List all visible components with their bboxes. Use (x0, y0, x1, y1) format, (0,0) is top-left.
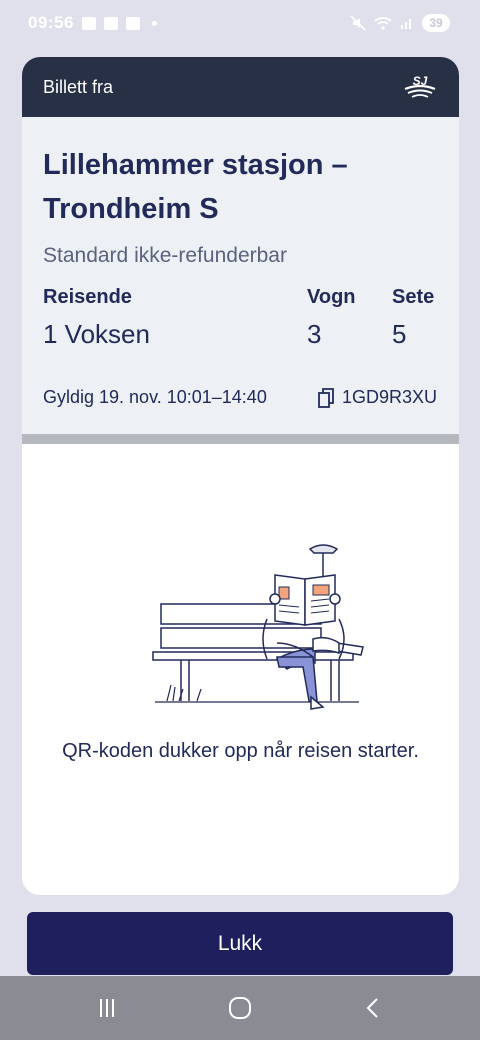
seat-column: Sete 5 (392, 286, 434, 350)
nav-back[interactable] (343, 983, 403, 1033)
signal-icon (401, 19, 411, 29)
more-notifications-icon (151, 20, 157, 26)
booking-code-copy[interactable]: 1GD9R3XU (318, 387, 437, 408)
sj-logo-icon: SJ (404, 74, 436, 98)
car-label: Vogn (307, 286, 356, 308)
seat-value: 5 (392, 319, 407, 349)
ticket-card: Billett fra SJ Lillehammer stasjon – Tro… (22, 57, 459, 895)
ticket-header-label: Billett fra (43, 76, 114, 97)
travelers-column: Reisende 1 Voksen (43, 286, 150, 350)
car-value: 3 (307, 319, 322, 349)
qr-message: QR-koden dukker opp når reisen starter. (62, 740, 419, 762)
nav-home[interactable] (210, 983, 270, 1033)
validity-text: Gyldig 19. nov. 10:01–14:40 (43, 387, 267, 407)
status-left: 09:56 (28, 13, 157, 33)
mail-icon (125, 16, 140, 30)
mute-icon (350, 15, 366, 31)
wifi-icon (374, 17, 392, 30)
ticket-info: Lillehammer stasjon – Trondheim S Standa… (22, 117, 459, 434)
ticket-divider (22, 434, 459, 444)
status-time: 09:56 (28, 13, 74, 32)
calendar-icon (81, 16, 96, 30)
waiting-illustration (152, 544, 364, 710)
nav-recent-apps[interactable] (77, 983, 137, 1033)
status-bar: 09:56 39 (0, 0, 480, 46)
status-right: 39 (350, 14, 450, 32)
recent-apps-icon[interactable] (95, 996, 119, 1020)
booking-code: 1GD9R3XU (341, 387, 437, 407)
back-icon[interactable] (363, 996, 383, 1020)
ticket-details: Reisende 1 Voksen Vogn 3 Sete 5 (43, 286, 439, 376)
android-nav-bar (0, 976, 480, 1040)
route-title: Lillehammer stasjon – Trondheim S (43, 149, 348, 225)
travelers-value: 1 Voksen (43, 319, 150, 349)
seat-label: Sete (392, 286, 435, 308)
notification-icon (103, 16, 118, 30)
home-icon[interactable] (227, 995, 253, 1021)
close-button[interactable]: Lukk (27, 912, 453, 975)
validity-row: Gyldig 19. nov. 10:01–14:40 1GD9R3XU (43, 387, 437, 408)
ticket-type: Standard ikke-refunderbar (43, 244, 287, 267)
car-column: Vogn 3 (307, 286, 356, 350)
copy-icon[interactable] (318, 387, 334, 408)
ticket-header: Billett fra SJ (22, 57, 459, 117)
battery-indicator: 39 (422, 14, 450, 32)
travelers-label: Reisende (43, 286, 132, 308)
